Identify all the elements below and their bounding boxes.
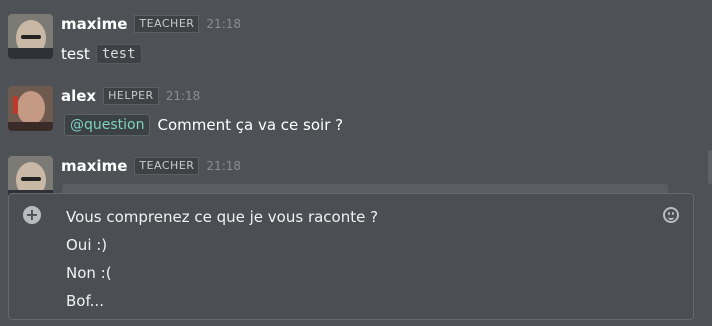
message-header: maxime TEACHER 21:18: [61, 156, 241, 176]
role-badge: HELPER: [103, 87, 159, 105]
message-composer[interactable]: + Vous comprenez ce que je vous raconte …: [8, 193, 694, 320]
message-header: maxime TEACHER 21:18: [61, 14, 241, 34]
composer-line[interactable]: Non :(: [66, 264, 112, 282]
timestamp: 21:18: [165, 89, 201, 103]
scrollbar[interactable]: [708, 150, 712, 184]
avatar[interactable]: [8, 14, 53, 59]
inline-code: test: [95, 44, 142, 64]
role-mention[interactable]: @question: [64, 114, 151, 136]
message-text: Comment ça va ce soir ?: [157, 116, 344, 134]
role-badge: TEACHER: [134, 15, 200, 33]
avatar[interactable]: [8, 86, 53, 131]
plus-circle-icon[interactable]: +: [23, 206, 41, 224]
composer-line[interactable]: Oui :): [66, 236, 107, 254]
timestamp: 21:18: [206, 159, 242, 173]
role-badge: TEACHER: [134, 157, 200, 175]
timestamp: 21:18: [206, 17, 242, 31]
message-text: test: [61, 45, 90, 63]
composer-line[interactable]: Vous comprenez ce que je vous raconte ?: [66, 208, 378, 226]
message-body: @question Comment ça va ce soir ?: [64, 114, 343, 136]
smiley-icon[interactable]: [663, 207, 679, 223]
message-body: test test: [61, 44, 142, 64]
author-name[interactable]: maxime: [61, 15, 127, 33]
author-name[interactable]: maxime: [61, 157, 127, 175]
author-name[interactable]: alex: [61, 87, 96, 105]
composer-line[interactable]: Bof...: [66, 292, 104, 310]
message-header: alex HELPER 21:18: [61, 86, 200, 106]
